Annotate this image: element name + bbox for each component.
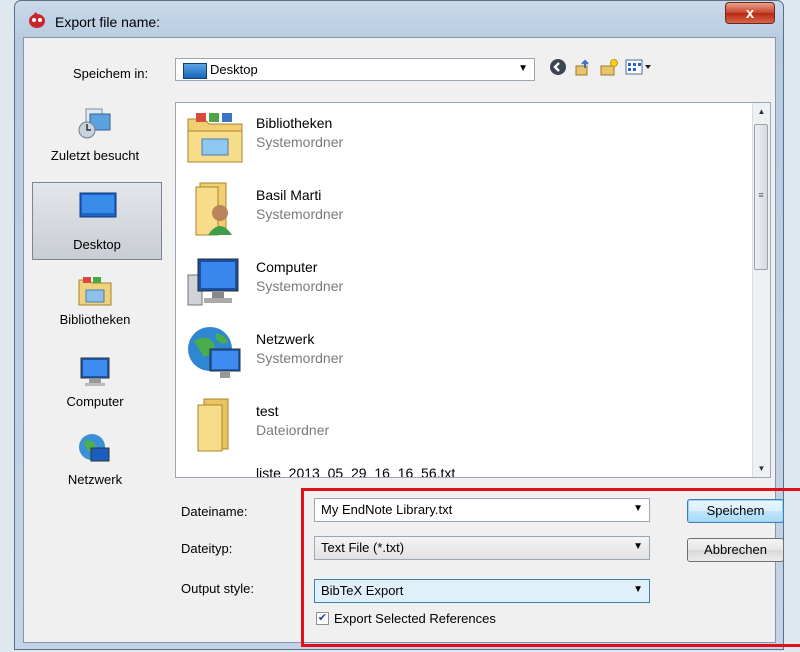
- file-name: liste_2013_05_29_16_16_56.txt: [256, 465, 456, 478]
- file-name: Netzwerk: [256, 331, 315, 347]
- libraries-icon: [77, 274, 113, 306]
- view-menu-icon[interactable]: [624, 58, 654, 80]
- place-recent[interactable]: Zuletzt besucht: [30, 106, 160, 163]
- desktop-icon: [183, 63, 207, 79]
- list-item[interactable]: Basil Marti Systemordner: [176, 175, 746, 245]
- list-item[interactable]: Bibliotheken Systemordner: [176, 103, 746, 173]
- location-value: Desktop: [210, 62, 258, 77]
- place-computer[interactable]: Computer: [30, 354, 160, 409]
- file-type: Systemordner: [256, 206, 344, 222]
- list-item[interactable]: test Dateiordner: [176, 391, 746, 461]
- place-label: Zuletzt besucht: [50, 148, 140, 163]
- back-icon[interactable]: [547, 58, 569, 80]
- file-name: Computer: [256, 259, 318, 275]
- place-network[interactable]: Netzwerk: [30, 432, 160, 487]
- dialog-window: Export file name: x Speichem in: Desktop…: [14, 0, 800, 650]
- places-bar: Zuletzt besucht Desktop Bibliotheken Com…: [30, 102, 165, 522]
- recent-places-icon: [77, 106, 113, 139]
- save-button[interactable]: Speichem: [687, 499, 784, 523]
- user-folder-icon: [186, 181, 244, 237]
- file-type: Dateiordner: [256, 422, 330, 438]
- file-type: Systemordner: [256, 134, 344, 150]
- text-file-icon: [186, 469, 244, 477]
- place-label: Netzwerk: [67, 472, 123, 487]
- place-label: Desktop: [73, 237, 121, 252]
- list-item[interactable]: Netzwerk Systemordner: [176, 319, 746, 389]
- list-item[interactable]: Computer Systemordner: [176, 247, 746, 317]
- output-style-label: Output style:: [181, 581, 254, 596]
- file-name: Bibliotheken: [256, 115, 333, 131]
- network-icon: [77, 432, 113, 464]
- libraries-folder-icon: [186, 109, 244, 165]
- file-name: Basil Marti: [256, 187, 322, 203]
- place-label: Computer: [66, 394, 124, 409]
- place-label: Bibliotheken: [59, 312, 131, 327]
- place-libraries[interactable]: Bibliotheken: [30, 274, 160, 327]
- filename-label: Dateiname:: [181, 504, 248, 519]
- close-button[interactable]: x: [725, 2, 775, 24]
- file-type: Systemordner: [256, 350, 344, 366]
- scroll-down-icon[interactable]: ▼: [753, 460, 770, 477]
- computer-icon: [186, 253, 244, 309]
- place-desktop[interactable]: Desktop: [32, 182, 162, 260]
- app-icon: [27, 11, 47, 29]
- close-icon: x: [745, 5, 755, 22]
- folder-icon: [186, 397, 244, 453]
- save-in-label: Speichem in:: [73, 66, 149, 81]
- file-name: test: [256, 403, 279, 419]
- cancel-button[interactable]: Abbrechen: [687, 538, 784, 562]
- chevron-down-icon[interactable]: ▼: [518, 63, 528, 74]
- location-dropdown[interactable]: Desktop ▼: [175, 58, 535, 81]
- dialog-client-area: Speichem in: Desktop ▼ Zuletzt besucht D…: [23, 37, 800, 647]
- new-folder-icon[interactable]: [598, 58, 620, 80]
- network-icon: [186, 325, 244, 381]
- vertical-scrollbar[interactable]: ▲ ≡ ▼: [752, 103, 770, 477]
- filetype-label: Dateityp:: [181, 541, 233, 556]
- desktop-icon: [79, 191, 117, 223]
- file-type: Systemordner: [256, 278, 344, 294]
- list-item[interactable]: liste_2013_05_29_16_16_56.txt: [176, 463, 746, 478]
- scrollbar-thumb[interactable]: ≡: [754, 124, 768, 270]
- window-title: Export file name:: [55, 14, 161, 30]
- file-list[interactable]: Bibliotheken Systemordner Basil Marti Sy…: [175, 102, 771, 478]
- scroll-up-icon[interactable]: ▲: [753, 103, 770, 120]
- computer-icon: [77, 354, 113, 386]
- up-folder-icon[interactable]: [572, 58, 594, 80]
